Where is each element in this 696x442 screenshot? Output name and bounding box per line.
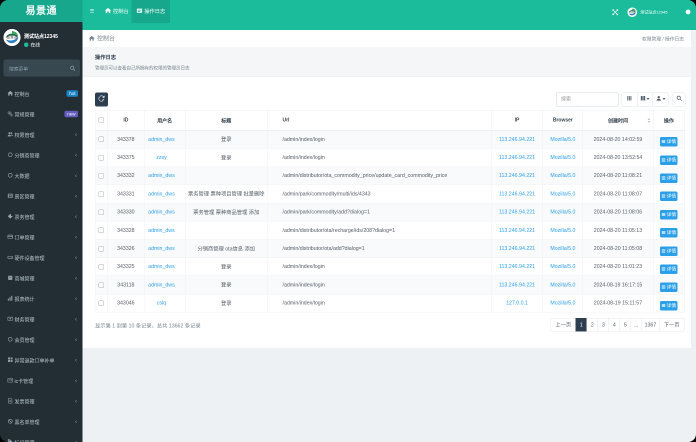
svg-text:易景通: 易景通	[6, 34, 18, 39]
